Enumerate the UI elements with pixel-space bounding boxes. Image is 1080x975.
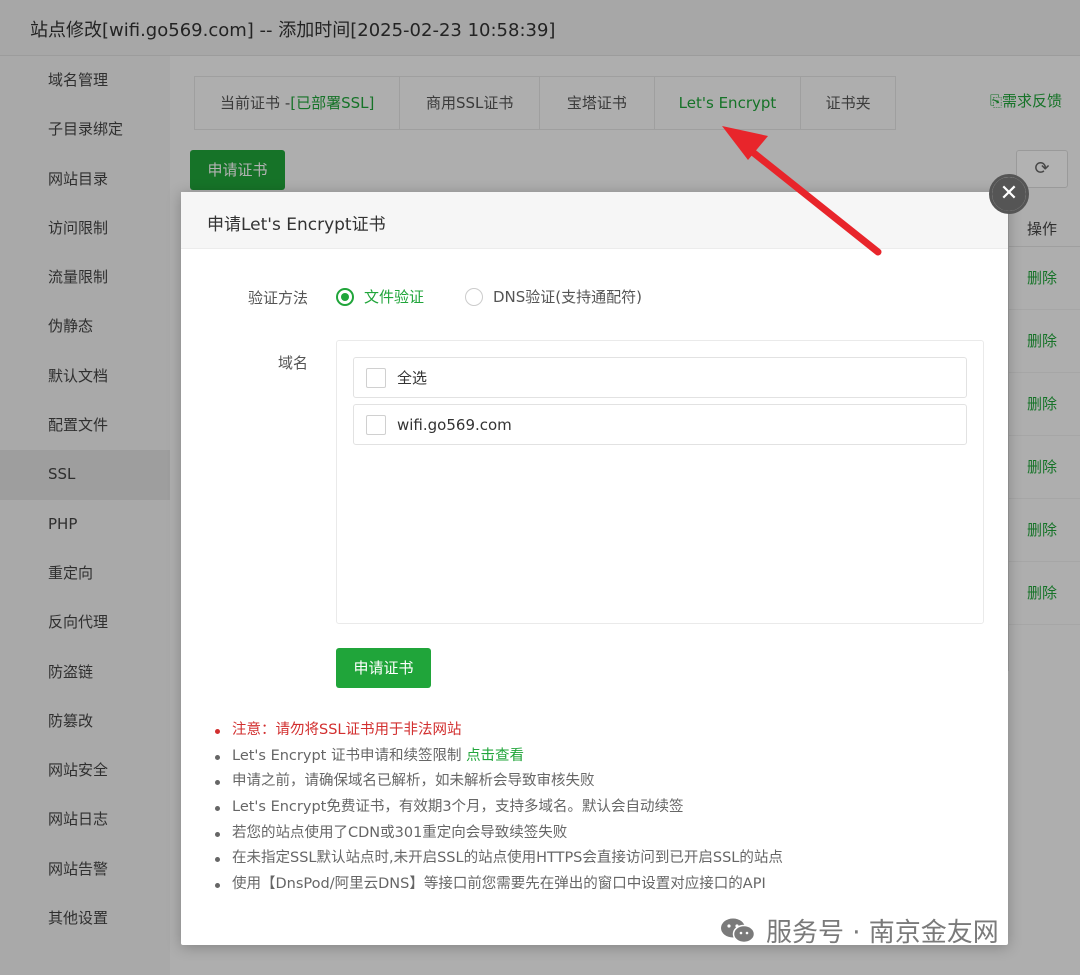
- domain-name: wifi.go569.com: [397, 415, 512, 434]
- note-text: Let's Encrypt 证书申请和续签限制: [232, 747, 467, 764]
- watermark-text: 服务号 · 南京金友网: [766, 918, 999, 948]
- close-icon: ✕: [992, 177, 1026, 211]
- select-all-label: 全选: [397, 369, 428, 387]
- note-item: Let's Encrypt 证书申请和续签限制 点击查看: [215, 744, 975, 770]
- domain-label: 域名: [278, 354, 309, 372]
- view-limits-link[interactable]: 点击查看: [466, 748, 524, 764]
- radio-file-verify[interactable]: 文件验证: [336, 286, 424, 307]
- close-dialog-button[interactable]: ✕: [989, 174, 1029, 214]
- radio-dns-verify[interactable]: DNS验证(支持通配符): [465, 286, 642, 307]
- note-item: 在未指定SSL默认站点时,未开启SSL的站点使用HTTPS会直接访问到已开启SS…: [215, 846, 975, 872]
- radio-checked-icon: [336, 287, 354, 306]
- note-item: 使用【DnsPod/阿里云DNS】等接口前您需要先在弹出的窗口中设置对应接口的A…: [215, 872, 975, 898]
- note-item: Let's Encrypt免费证书，有效期3个月，支持多域名。默认会自动续签: [215, 795, 975, 821]
- radio-dns-verify-label: DNS验证(支持通配符): [493, 288, 642, 306]
- watermark: 服务号 · 南京金友网: [720, 912, 999, 949]
- wechat-icon: [721, 918, 756, 943]
- select-all-checkbox[interactable]: [366, 367, 386, 388]
- select-all-row[interactable]: 全选: [353, 357, 967, 398]
- lets-encrypt-dialog: 申请Let's Encrypt证书 验证方法 文件验证 DNS验证(支持通配符)…: [181, 192, 1008, 945]
- domain-row[interactable]: wifi.go569.com: [353, 404, 967, 445]
- note-item: 若您的站点使用了CDN或301重定向会导致续签失败: [215, 821, 975, 847]
- domain-checkbox[interactable]: [366, 414, 386, 435]
- note-item: 申请之前，请确保域名已解析，如未解析会导致审核失败: [215, 769, 975, 795]
- domain-list: 全选 wifi.go569.com: [336, 340, 984, 624]
- note-item: 注意：请勿将SSL证书用于非法网站: [215, 718, 975, 744]
- apply-cert-button[interactable]: 申请证书: [336, 648, 431, 688]
- radio-file-verify-label: 文件验证: [364, 288, 425, 306]
- notes-list: 注意：请勿将SSL证书用于非法网站 Let's Encrypt 证书申请和续签限…: [215, 718, 975, 898]
- radio-unchecked-icon: [465, 287, 483, 306]
- verify-method-label: 验证方法: [248, 289, 309, 307]
- dialog-title: 申请Let's Encrypt证书: [181, 192, 1008, 249]
